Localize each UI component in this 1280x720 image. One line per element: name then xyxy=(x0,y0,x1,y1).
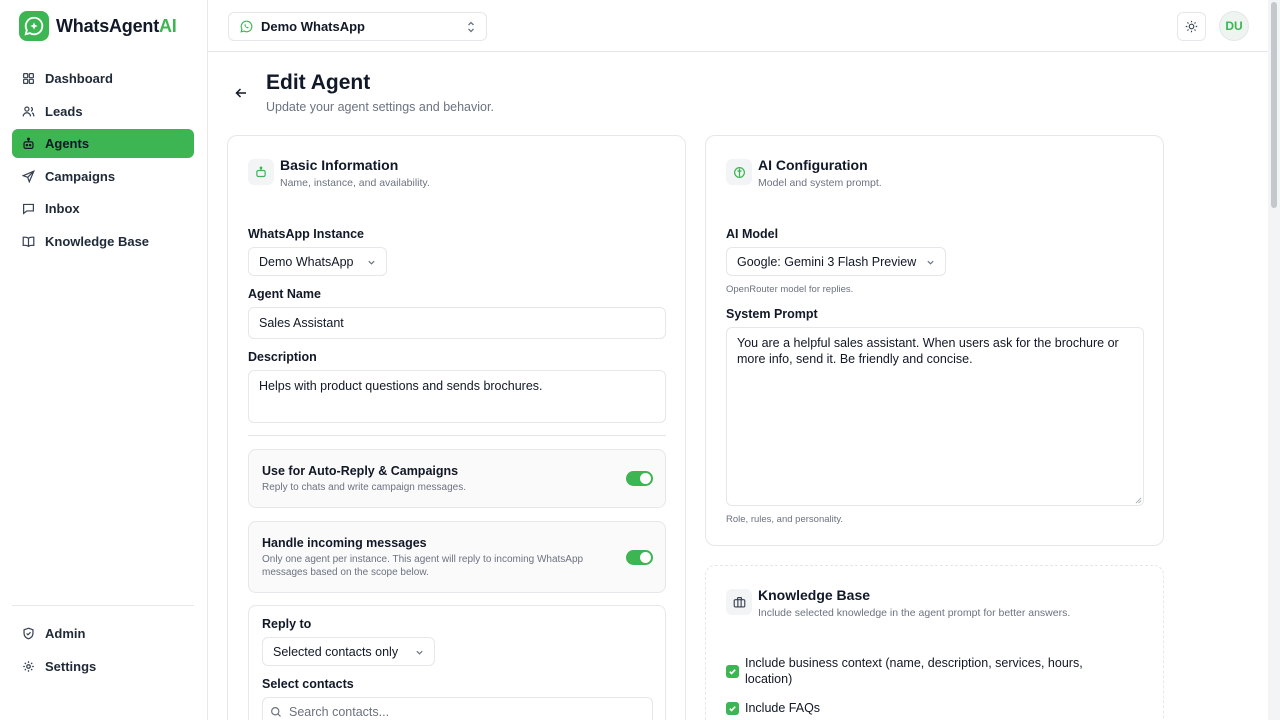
card-subtitle: Name, instance, and availability. xyxy=(280,177,430,189)
sidebar-item-label: Campaigns xyxy=(45,168,116,184)
faqs-checkbox[interactable] xyxy=(726,702,739,715)
incoming-messages-toggle[interactable] xyxy=(626,550,653,565)
knowledge-base-card: Knowledge Base Include selected knowledg… xyxy=(705,565,1164,720)
select-value: Demo WhatsApp xyxy=(259,254,354,269)
back-arrow-icon[interactable] xyxy=(234,86,248,100)
search-contacts-input[interactable]: Search contacts... xyxy=(262,697,653,720)
check-icon xyxy=(729,669,736,675)
chevron-down-icon xyxy=(368,260,375,265)
resize-handle-icon[interactable] xyxy=(1135,497,1142,504)
message-icon xyxy=(23,203,34,215)
system-prompt-textarea[interactable]: You are a helpful sales assistant. When … xyxy=(726,327,1144,506)
shield-icon xyxy=(23,627,34,640)
instance-switcher-value: Demo WhatsApp xyxy=(261,19,365,34)
page-title: Edit Agent xyxy=(266,71,371,94)
incoming-messages-setting: Handle incoming messages Only one agent … xyxy=(248,521,666,593)
business-context-label: Include business context (name, descript… xyxy=(745,656,1083,686)
sun-icon xyxy=(1185,20,1198,33)
card-subtitle: Include selected knowledge in the agent … xyxy=(758,607,1071,619)
sidebar-item-dashboard[interactable]: Dashboard xyxy=(12,64,194,93)
ai-model-label: AI Model xyxy=(726,227,779,241)
description-label: Description xyxy=(248,350,317,364)
system-prompt-label: System Prompt xyxy=(726,307,818,321)
sidebar-item-agents[interactable]: Agents xyxy=(12,129,194,158)
bottom-nav: Admin Settings xyxy=(12,605,194,684)
select-contacts-label: Select contacts xyxy=(262,677,354,691)
page-scrollbar[interactable] xyxy=(1268,0,1280,720)
chevron-updown-icon xyxy=(468,21,474,33)
chevron-down-icon xyxy=(416,650,423,655)
description-textarea[interactable]: Helps with product questions and sends b… xyxy=(248,370,666,423)
grid-icon xyxy=(23,73,34,84)
ai-model-hint: OpenRouter model for replies. xyxy=(726,284,854,295)
sidebar: WhatsAgentAI Dashboard Leads Agents Camp… xyxy=(0,0,208,720)
card-title: Knowledge Base xyxy=(758,587,871,603)
sidebar-item-label: Knowledge Base xyxy=(45,233,150,249)
agent-name-label: Agent Name xyxy=(248,287,321,301)
setting-title: Handle incoming messages xyxy=(262,536,427,550)
auto-reply-toggle[interactable] xyxy=(626,471,653,486)
avatar[interactable]: DU xyxy=(1219,11,1249,41)
system-prompt-hint: Role, rules, and personality. xyxy=(726,514,844,525)
search-icon xyxy=(271,707,281,717)
sidebar-item-settings[interactable]: Settings xyxy=(12,652,194,681)
setting-description: Reply to chats and write campaign messag… xyxy=(262,482,466,493)
business-context-checkbox[interactable] xyxy=(726,665,739,678)
bot-icon xyxy=(23,137,34,149)
brand[interactable]: WhatsAgentAI xyxy=(0,0,207,52)
brand-logo-icon xyxy=(19,11,49,41)
ai-model-select[interactable]: Google: Gemini 3 Flash Preview xyxy=(726,247,946,276)
brain-icon xyxy=(726,159,752,185)
sidebar-item-label: Admin xyxy=(45,626,86,641)
main-nav: Dashboard Leads Agents Campaigns Inbox K… xyxy=(12,64,194,259)
sidebar-item-campaigns[interactable]: Campaigns xyxy=(12,162,194,191)
sidebar-item-label: Inbox xyxy=(45,201,80,216)
briefcase-icon xyxy=(726,589,752,615)
page-subtitle: Update your agent settings and behavior. xyxy=(266,100,494,114)
check-icon xyxy=(729,706,736,712)
auto-reply-setting: Use for Auto-Reply & Campaigns Reply to … xyxy=(248,449,666,508)
sidebar-item-label: Agents xyxy=(45,136,90,151)
sidebar-item-admin[interactable]: Admin xyxy=(12,619,194,648)
whatsapp-instance-select[interactable]: Demo WhatsApp xyxy=(248,247,387,276)
card-title: Basic Information xyxy=(280,157,399,173)
users-icon xyxy=(22,105,35,116)
select-value: Google: Gemini 3 Flash Preview xyxy=(737,254,917,269)
chevron-down-icon xyxy=(927,260,934,265)
theme-toggle-button[interactable] xyxy=(1177,12,1206,41)
divider xyxy=(248,435,666,436)
setting-title: Use for Auto-Reply & Campaigns xyxy=(262,464,459,478)
basic-information-card: Basic Information Name, instance, and av… xyxy=(227,135,686,720)
brand-name: WhatsAgentAI xyxy=(56,15,177,36)
bot-icon xyxy=(248,159,274,185)
book-icon xyxy=(22,236,35,247)
instance-switcher[interactable]: Demo WhatsApp xyxy=(228,12,487,41)
reply-scope-panel: Reply to Selected contacts only Select c… xyxy=(248,605,666,720)
whatsapp-instance-label: WhatsApp Instance xyxy=(248,227,364,241)
faqs-label: Include FAQs xyxy=(745,701,821,715)
reply-to-select[interactable]: Selected contacts only xyxy=(262,637,435,666)
scrollbar-thumb[interactable] xyxy=(1271,2,1277,208)
setting-description: Only one agent per instance. This agent … xyxy=(262,554,584,578)
top-header: Demo WhatsApp DU xyxy=(208,0,1268,52)
whatsapp-icon xyxy=(240,20,253,33)
ai-configuration-card: AI Configuration Model and system prompt… xyxy=(705,135,1164,546)
sidebar-item-leads[interactable]: Leads xyxy=(12,97,194,126)
reply-to-label: Reply to xyxy=(262,617,312,631)
card-subtitle: Model and system prompt. xyxy=(758,177,882,189)
sidebar-item-label: Settings xyxy=(45,658,97,674)
agent-name-input[interactable]: Sales Assistant xyxy=(248,307,666,339)
sidebar-item-inbox[interactable]: Inbox xyxy=(12,194,194,223)
sidebar-item-label: Dashboard xyxy=(45,71,113,86)
select-value: Selected contacts only xyxy=(273,644,399,659)
card-title: AI Configuration xyxy=(758,157,868,173)
sidebar-item-knowledge-base[interactable]: Knowledge Base xyxy=(12,227,194,256)
gear-icon xyxy=(23,660,34,672)
sidebar-item-label: Leads xyxy=(45,103,83,119)
send-icon xyxy=(22,169,35,183)
